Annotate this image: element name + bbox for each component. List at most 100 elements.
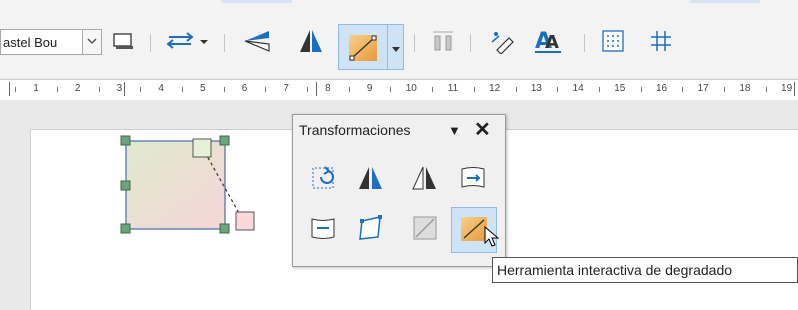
transparency-tool-icon	[410, 213, 440, 246]
chevron-down-icon[interactable]	[391, 42, 401, 57]
ruler-number: 11	[447, 83, 459, 94]
tab-indicator	[222, 0, 292, 3]
resize-handle[interactable]	[219, 223, 230, 234]
transformations-panel: Transformaciones ▼ ✕	[292, 114, 506, 267]
ruler-tick	[473, 87, 475, 92]
rotate-icon	[308, 163, 338, 196]
flip-horizontal-button[interactable]	[294, 26, 328, 58]
flip-horizontal-icon	[297, 27, 325, 58]
tooltip: Herramienta interactiva de degradado	[492, 257, 798, 283]
ruler-number: 6	[241, 83, 248, 94]
ruler-number: 14	[572, 83, 584, 94]
ruler-margin-marker	[124, 82, 125, 96]
resize-handle[interactable]	[120, 223, 131, 234]
distribute-button[interactable]	[426, 26, 460, 58]
ruler-tick	[181, 87, 183, 92]
gradient-tool-icon	[347, 33, 379, 66]
flip-icon	[356, 163, 386, 196]
ruler-number: 5	[200, 83, 206, 94]
ruler-number: 17	[697, 83, 709, 94]
ruler-tick	[640, 87, 642, 92]
ruler-tick	[223, 87, 225, 92]
resize-handle[interactable]	[120, 180, 131, 191]
resize-handle[interactable]	[219, 135, 230, 146]
svg-text:A: A	[545, 32, 559, 53]
shadow-button[interactable]	[106, 26, 140, 58]
ruler-number: 12	[489, 83, 501, 94]
set-in-circle-perspective-button[interactable]	[405, 159, 445, 199]
distort-button[interactable]	[351, 209, 391, 249]
ruler-number: 8	[325, 83, 331, 94]
toolbar-separator	[584, 34, 585, 52]
area-style-value: astel Bou	[3, 35, 58, 50]
ruler-number: 7	[283, 83, 289, 94]
glue-points-button[interactable]	[482, 26, 522, 58]
close-icon[interactable]: ✕	[474, 117, 491, 142]
gradient-end-handle[interactable]	[235, 211, 255, 231]
panel-title: Transformaciones	[299, 122, 411, 138]
ruler-tick	[682, 87, 684, 92]
glue-points-icon	[487, 28, 517, 57]
ruler-tick	[724, 87, 726, 92]
flip-button[interactable]	[351, 159, 391, 199]
set-in-circle-slant-button[interactable]	[453, 159, 493, 199]
ruler-tick	[265, 87, 267, 92]
ruler-tick	[432, 87, 434, 92]
chevron-down-icon[interactable]	[82, 30, 101, 54]
ruler-tick	[765, 87, 767, 92]
flip-vertical-button[interactable]	[240, 26, 274, 58]
ruler-tick	[557, 87, 559, 92]
panel-menu-icon[interactable]: ▼	[448, 123, 461, 138]
ruler-tick	[390, 87, 392, 92]
show-grid-button[interactable]	[596, 26, 630, 58]
snap-grid-button[interactable]	[644, 26, 678, 58]
ruler-margin-marker	[9, 82, 10, 96]
toolbar-separator	[414, 34, 415, 52]
ruler-number: 18	[739, 83, 751, 94]
ruler-margin-marker	[316, 82, 317, 96]
toolbar-separator	[150, 34, 151, 52]
ruler-tick	[515, 87, 517, 92]
ruler-number: 13	[530, 83, 542, 94]
set-to-circle-button[interactable]	[303, 209, 343, 249]
ruler-number: 4	[158, 83, 164, 94]
interactive-gradient-button[interactable]	[451, 207, 500, 253]
set-in-circle-slant-icon	[458, 163, 488, 196]
ruler-number: 16	[655, 83, 668, 94]
ruler-tick	[598, 87, 600, 92]
ruler-tick	[15, 87, 17, 92]
toolbar: astel Bou A A	[0, 0, 798, 78]
split-divider	[387, 25, 388, 69]
set-to-circle-icon	[308, 213, 338, 246]
ruler-margin-marker	[794, 82, 795, 96]
mouse-pointer-icon	[484, 225, 500, 251]
area-style-dropdown[interactable]: astel Bou	[0, 29, 102, 55]
ruler-number: 19	[781, 83, 793, 94]
ruler-number: 9	[366, 83, 373, 94]
ruler-number: 10	[405, 83, 417, 94]
fontwork-button[interactable]: AA	[528, 26, 568, 58]
ruler-number: 3	[116, 83, 123, 94]
shadow-icon	[111, 31, 135, 54]
distribute-icon	[430, 28, 456, 57]
transformations-button[interactable]	[162, 26, 212, 58]
ruler-tick	[98, 87, 100, 92]
rotate-button[interactable]	[303, 159, 343, 199]
distort-icon	[356, 213, 386, 246]
set-in-circle-perspective-icon	[410, 163, 440, 196]
ruler-tick	[56, 87, 58, 92]
gradient-start-handle[interactable]	[192, 138, 212, 158]
ruler-number: 1	[33, 83, 39, 94]
toolbar-top-strip	[0, 0, 798, 10]
snap-grid-icon	[648, 28, 674, 57]
tooltip-text: Herramienta interactiva de degradado	[497, 262, 733, 278]
transparency-tool-button[interactable]	[405, 209, 445, 249]
ruler-number: 2	[74, 83, 81, 94]
toolbar-separator	[470, 34, 471, 52]
transformations-icon	[165, 31, 209, 54]
flip-vertical-icon	[241, 28, 273, 57]
gradient-tool-button[interactable]	[338, 24, 404, 70]
ruler-tick	[140, 87, 142, 92]
tab-indicator	[690, 0, 760, 3]
resize-handle[interactable]	[120, 135, 131, 146]
